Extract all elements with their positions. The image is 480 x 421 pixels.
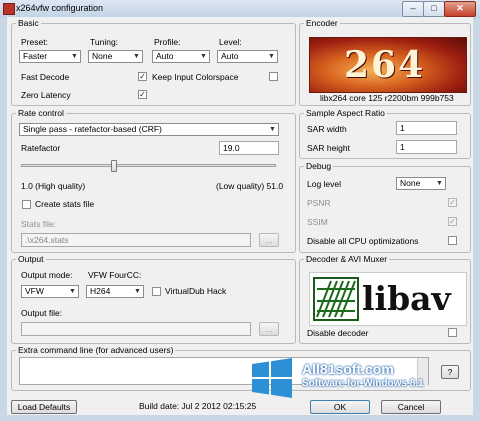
psnr-label: PSNR [307,198,331,208]
basic-legend: Basic [18,18,39,28]
level-label: Level: [219,37,242,47]
output-legend: Output [18,254,44,264]
slider-max-label: (Low quality) 51.0 [216,181,284,191]
disable-decoder-checkbox[interactable] [448,328,457,337]
libav-logo-text: libav [362,279,451,318]
output-mode-label: Output mode: [21,270,73,280]
encoder-legend: Encoder [306,18,338,28]
log-level-dropdown[interactable]: None ▼ [396,177,446,190]
output-file-input[interactable] [21,322,251,336]
fourcc-dropdown[interactable]: H264 ▼ [86,285,144,298]
ok-button[interactable]: OK [310,400,370,414]
ssim-label: SSIM [307,217,328,227]
fourcc-label: VFW FourCC: [88,270,142,280]
chevron-down-icon: ▼ [269,126,276,133]
debug-legend: Debug [306,161,332,171]
sar-legend: Sample Aspect Ratio [306,108,385,118]
app-icon [3,3,15,15]
cancel-button[interactable]: Cancel [381,400,441,414]
create-stats-label: Create stats file [35,199,95,209]
chevron-down-icon: ▼ [69,288,76,295]
sar-height-label: SAR height [307,143,350,153]
stats-file-input[interactable]: .\x264.stats [21,233,251,247]
log-level-label: Log level [307,179,342,189]
help-button[interactable]: ? [441,365,459,379]
rate-mode-value: Single pass - ratefactor-based (CRF) [23,124,162,134]
build-date: Build date: Jul 2 2012 02:15:25 [139,401,257,411]
window-title: x264vfw configuration [16,3,104,13]
dialog-body: Basic Preset: Faster ▼ Tuning: None ▼ Prof… [7,17,473,415]
watermark-tagline: Software for Windows 8.1 [302,378,424,389]
virtualdub-hack-checkbox[interactable] [152,287,161,296]
disable-cpu-checkbox[interactable] [448,236,457,245]
output-mode-dropdown[interactable]: VFW ▼ [21,285,79,298]
close-button[interactable]: ✕ [444,1,476,17]
profile-label: Profile: [154,37,181,47]
level-dropdown[interactable]: Auto ▼ [217,50,278,63]
fast-decode-checkbox[interactable]: ✓ [138,72,147,81]
log-level-value: None [400,178,421,188]
disable-decoder-label: Disable decoder [307,328,369,338]
load-defaults-button[interactable]: Load Defaults [11,400,77,414]
keep-colorspace-checkbox[interactable] [269,72,278,81]
sar-height-input[interactable]: 1 [396,140,457,154]
ratefactor-slider-track[interactable] [21,164,276,167]
chevron-down-icon: ▼ [133,53,140,60]
stats-file-label: Stats file: [21,219,56,229]
maximize-button[interactable]: □ [423,1,445,17]
chevron-down-icon: ▼ [268,53,275,60]
libav-logo-icon [313,277,359,321]
zero-latency-checkbox[interactable]: ✓ [138,90,147,99]
disable-cpu-label: Disable all CPU optimizations [307,236,419,246]
preset-value: Faster [23,51,48,61]
output-mode-value: VFW [25,286,44,296]
sar-width-label: SAR width [307,124,347,134]
ratefactor-label: Ratefactor [21,143,61,153]
tuning-value: None [92,51,113,61]
slider-min-label: 1.0 (High quality) [21,181,86,191]
encoder-version: libx264 core 125 r2200bm 999b753 [320,93,454,103]
output-browse-button[interactable]: ... [259,322,279,336]
keep-colorspace-label: Keep Input Colorspace [152,72,239,82]
psnr-checkbox[interactable]: ✓ [448,198,457,207]
x264-logo: 264 [309,37,467,93]
fourcc-value: H264 [90,286,111,296]
sar-width-input[interactable]: 1 [396,121,457,135]
chevron-down-icon: ▼ [200,53,207,60]
virtualdub-hack-label: VirtualDub Hack [165,286,227,296]
ssim-checkbox[interactable]: ✓ [448,217,457,226]
preset-dropdown[interactable]: Faster ▼ [19,50,81,63]
libav-logo: libav [309,272,467,326]
level-value: Auto [221,51,239,61]
fast-decode-label: Fast Decode [21,72,70,82]
chevron-down-icon: ▼ [71,53,78,60]
zero-latency-label: Zero Latency [21,90,71,100]
ratefactor-slider-thumb[interactable] [110,160,117,172]
rate-mode-dropdown[interactable]: Single pass - ratefactor-based (CRF) ▼ [19,123,279,136]
minimize-button[interactable]: – [402,1,424,17]
windows-logo-icon [252,358,292,398]
profile-value: Auto [156,51,174,61]
rate-control-legend: Rate control [18,108,64,118]
decoder-legend: Decoder & AVI Muxer [306,254,388,264]
chevron-down-icon: ▼ [134,288,141,295]
tuning-dropdown[interactable]: None ▼ [88,50,143,63]
x264-logo-text: 264 [344,44,426,86]
profile-dropdown[interactable]: Auto ▼ [152,50,210,63]
preset-label: Preset: [21,37,48,47]
output-file-label: Output file: [21,308,63,318]
chevron-down-icon: ▼ [436,180,443,187]
extra-cmdline-legend: Extra command line (for advanced users) [18,345,174,355]
watermark-site: All81soft.com [302,361,394,377]
create-stats-checkbox[interactable] [22,200,31,209]
stats-browse-button[interactable]: ... [259,233,279,247]
ratefactor-input[interactable]: 19.0 [219,141,279,155]
tuning-label: Tuning: [90,37,119,47]
